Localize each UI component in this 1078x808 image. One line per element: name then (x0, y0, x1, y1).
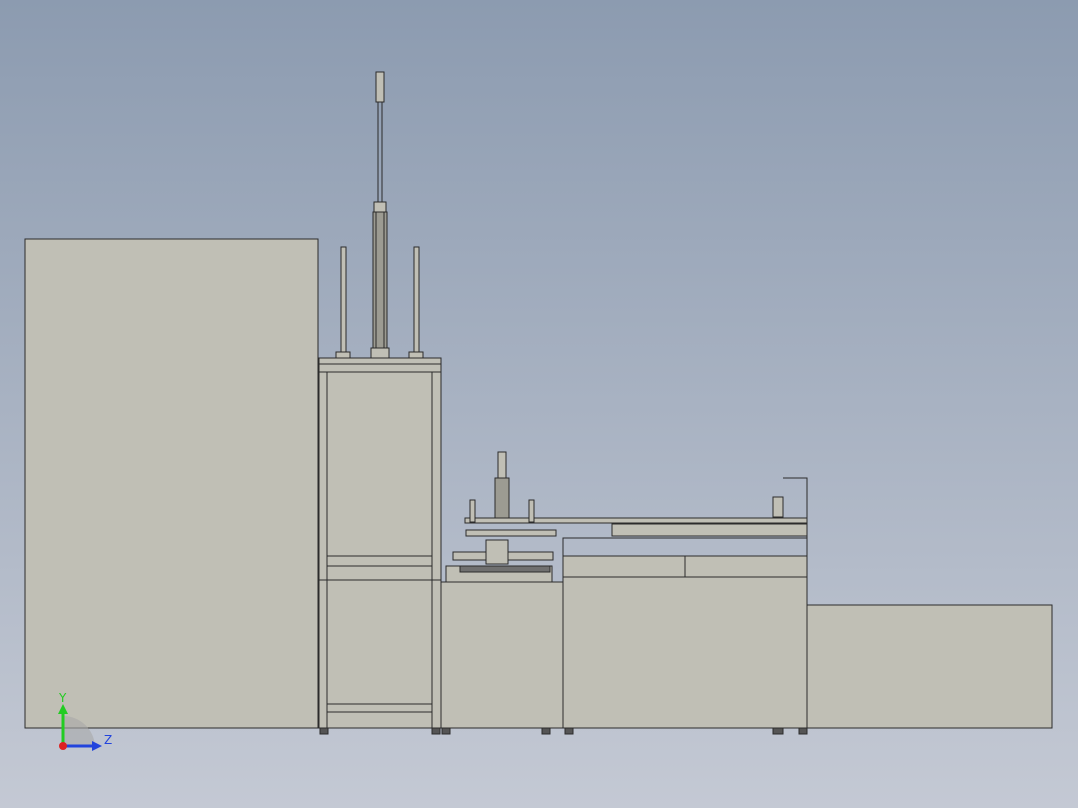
z-axis-label: Z (104, 733, 112, 747)
lifting-tower[interactable] (318, 357, 442, 729)
right-conveyor-base[interactable] (806, 604, 1053, 729)
y-axis-label: Y (58, 691, 67, 705)
cad-drawing: Y Z (0, 0, 1078, 808)
cad-viewport[interactable]: Y Z (0, 0, 1078, 808)
left-cabinet[interactable] (24, 238, 319, 729)
origin-marker (59, 742, 67, 750)
